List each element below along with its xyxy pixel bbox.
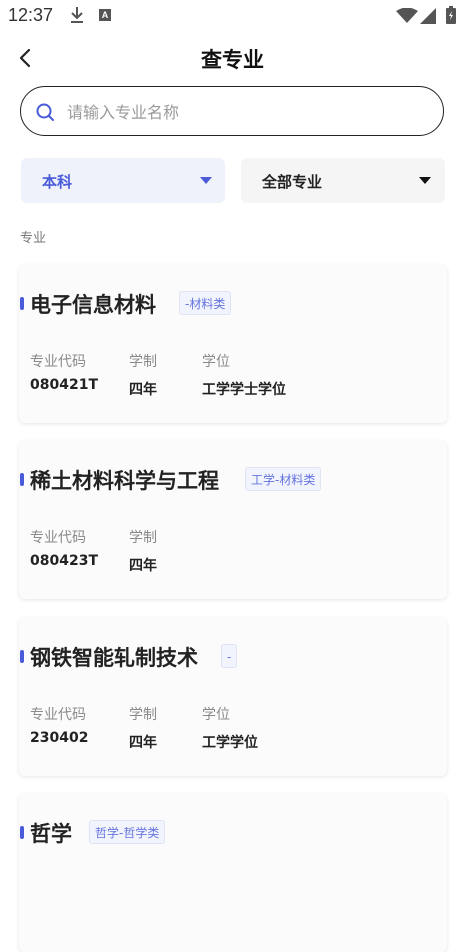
major-name: 稀土材料科学与工程 [30,469,219,493]
search-input[interactable] [65,97,429,127]
wifi-icon [396,8,418,23]
a-badge-icon: A [99,9,111,21]
status-bar: 12:37 A [0,0,465,32]
section-label: 专业 [20,231,47,246]
major-duration: 四年 [129,382,157,398]
nav-header: 查专业 [0,38,465,80]
accent-bar [20,297,24,310]
major-code: 080421T [30,377,98,393]
download-icon [71,7,83,23]
major-degree: 工学学士学位 [202,382,286,398]
major-category-tag: 工学-材料类 [245,467,322,491]
major-category-tag: 哲学-哲学类 [89,820,166,844]
major-duration: 四年 [129,735,157,751]
major-duration: 四年 [129,558,157,574]
code-label: 专业代码 [30,354,86,370]
category-filter-label: 全部专业 [262,173,323,191]
duration-label: 学制 [129,707,157,723]
major-name: 钢铁智能轧制技术 [30,646,198,670]
duration-label: 学制 [129,530,157,546]
major-name: 哲学 [30,822,72,846]
caret-down-icon [419,177,431,184]
major-card[interactable]: 电子信息材料 -材料类 专业代码 学制 学位 080421T 四年 工学学士学位 [19,265,447,423]
degree-label: 学位 [202,707,230,723]
duration-label: 学制 [129,354,157,370]
accent-bar [20,650,24,663]
major-code: 080423T [30,553,98,569]
search-icon [36,103,54,121]
code-label: 专业代码 [30,707,86,723]
major-card[interactable]: 哲学 哲学-哲学类 [19,794,447,952]
major-card[interactable]: 钢铁智能轧制技术 - 专业代码 学制 学位 230402 四年 工学学位 [19,618,447,776]
major-category-tag: - [221,644,238,668]
page-title: 查专业 [201,48,264,72]
battery-icon [446,6,456,24]
category-filter-dropdown[interactable]: 全部专业 [241,158,445,203]
major-degree: 工学学位 [202,735,258,751]
signal-icon [420,8,436,24]
accent-bar [20,473,24,486]
major-category-tag: -材料类 [179,291,232,315]
code-label: 专业代码 [30,530,86,546]
status-time: 12:37 [8,5,54,25]
level-filter-label: 本科 [42,173,73,191]
major-name: 电子信息材料 [30,293,156,317]
level-filter-dropdown[interactable]: 本科 [21,158,225,203]
major-card[interactable]: 稀土材料科学与工程 工学-材料类 专业代码 学制 080423T 四年 [19,441,447,599]
caret-down-icon [200,177,212,184]
major-code: 230402 [30,730,89,746]
degree-label: 学位 [202,354,230,370]
search-box[interactable] [20,86,444,136]
